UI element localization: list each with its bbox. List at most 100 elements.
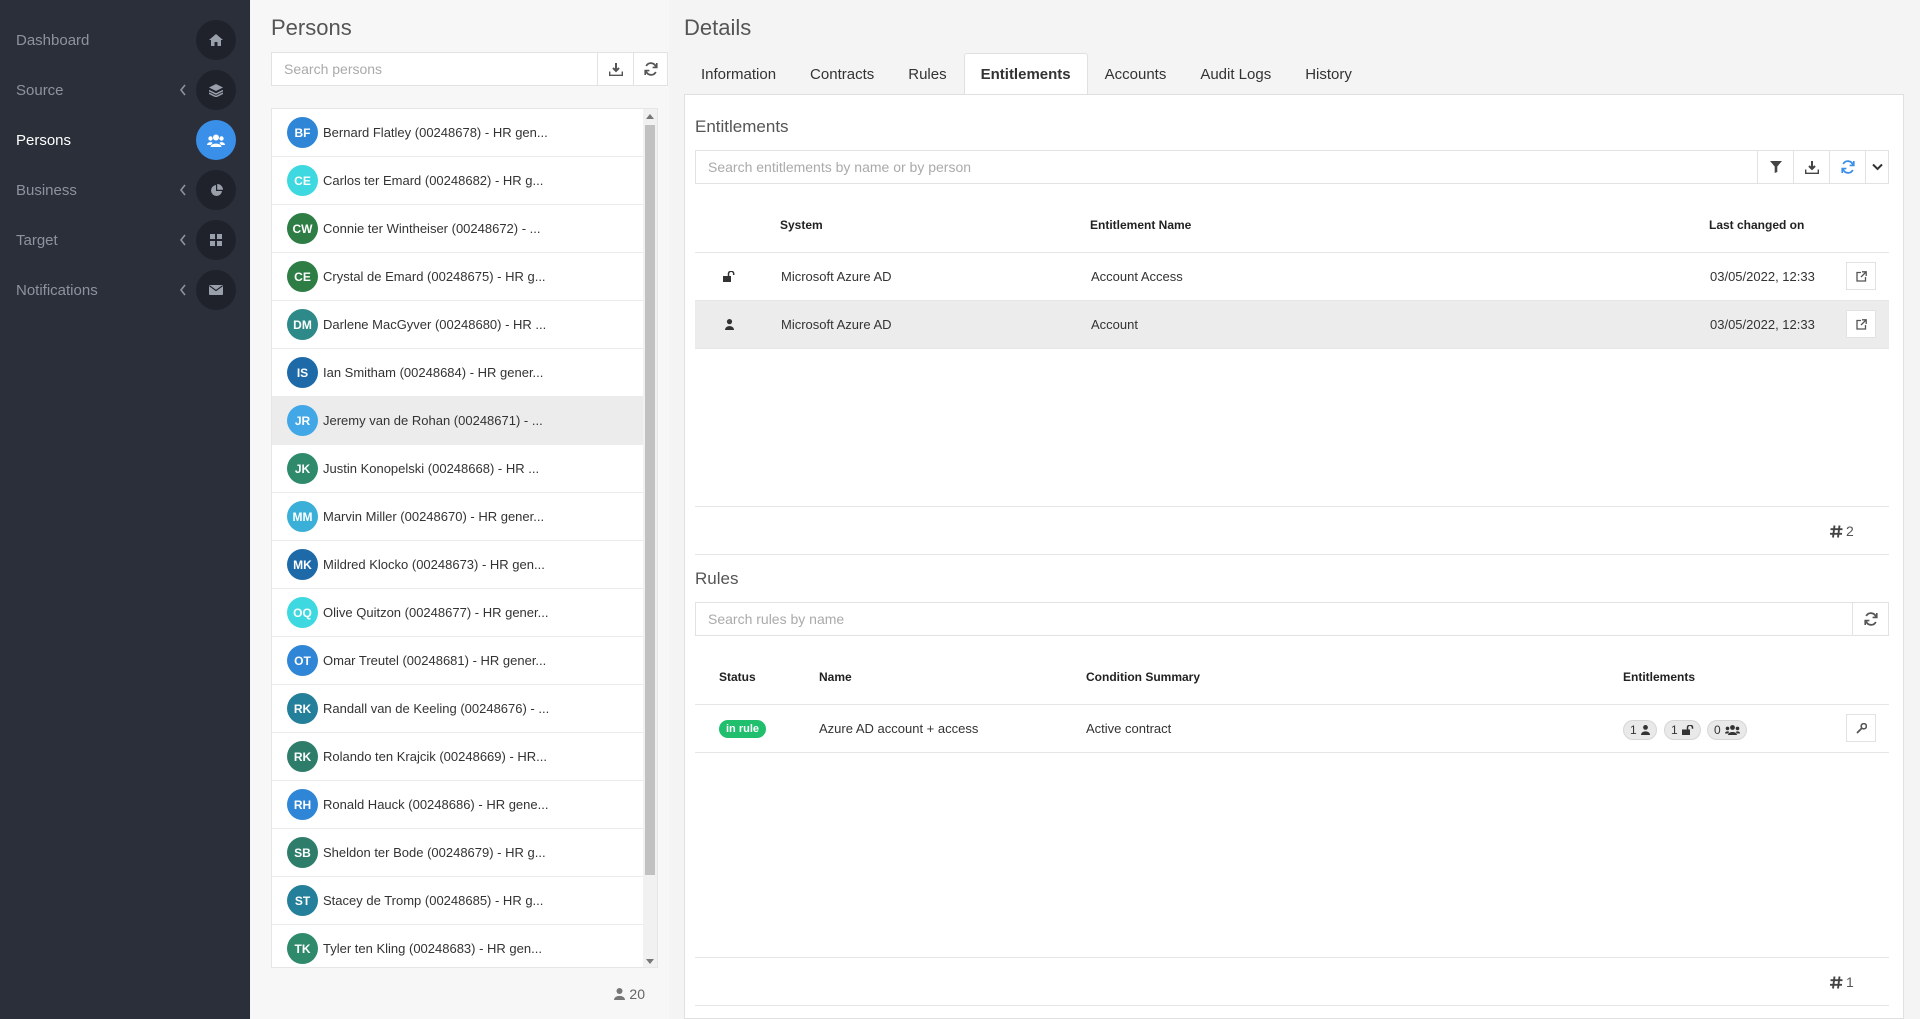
- nav-item-source[interactable]: Source: [0, 65, 250, 115]
- tab-audit-logs[interactable]: Audit Logs: [1183, 53, 1288, 95]
- avatar: RK: [287, 741, 318, 772]
- cell-rule-name: Azure AD account + access: [819, 721, 979, 736]
- nav-label: Notifications: [16, 281, 98, 299]
- nav-label: Target: [16, 231, 58, 249]
- divider: [695, 506, 1889, 507]
- nav-item-dashboard[interactable]: Dashboard: [0, 15, 250, 65]
- rules-refresh-button[interactable]: [1852, 602, 1889, 636]
- user-icon: [725, 319, 734, 330]
- refresh-icon: [1863, 612, 1878, 626]
- scrollbar[interactable]: [643, 109, 657, 967]
- person-list-item[interactable]: JK Justin Konopelski (00248668) - HR ...: [272, 445, 654, 493]
- person-list-item[interactable]: RH Ronald Hauck (00248686) - HR gene...: [272, 781, 654, 829]
- nav-item-business[interactable]: Business: [0, 165, 250, 215]
- open-external-button[interactable]: [1846, 262, 1876, 290]
- chevron-left-icon: [178, 183, 188, 197]
- person-name: Mildred Klocko (00248673) - HR gen...: [323, 557, 545, 572]
- avatar: RK: [287, 693, 318, 724]
- download-icon: [608, 62, 623, 76]
- avatar: RH: [287, 789, 318, 820]
- filter-button[interactable]: [1757, 150, 1794, 184]
- person-list-item[interactable]: BF Bernard Flatley (00248678) - HR gen...: [272, 109, 654, 157]
- tab-information[interactable]: Information: [684, 53, 793, 95]
- persons-title: Persons: [271, 15, 352, 40]
- tab-rules[interactable]: Rules: [891, 53, 963, 95]
- entitlements-download-button[interactable]: [1793, 150, 1830, 184]
- person-name: Justin Konopelski (00248668) - HR ...: [323, 461, 540, 476]
- person-list-item[interactable]: MM Marvin Miller (00248670) - HR gener...: [272, 493, 654, 541]
- envelope-icon: [196, 270, 236, 310]
- cell-last-changed: 03/05/2022, 12:33: [1710, 269, 1815, 284]
- avatar: DM: [287, 309, 318, 340]
- tab-contracts[interactable]: Contracts: [793, 53, 891, 95]
- nav-item-target[interactable]: Target: [0, 215, 250, 265]
- person-count: 20: [614, 986, 645, 1002]
- person-list-item[interactable]: TK Tyler ten Kling (00248683) - HR gen...: [272, 925, 654, 967]
- details-title: Details: [684, 15, 752, 40]
- nav-item-persons[interactable]: Persons: [0, 115, 250, 165]
- group-count-badge: 0: [1707, 720, 1747, 740]
- scroll-down-icon: [646, 959, 654, 964]
- tab-entitlements[interactable]: Entitlements: [963, 53, 1088, 95]
- scrollbar-thumb[interactable]: [645, 125, 655, 875]
- persons-search-input[interactable]: [272, 53, 597, 85]
- entitlements-refresh-button[interactable]: [1829, 150, 1866, 184]
- entitlements-search-input[interactable]: [696, 151, 1757, 183]
- tab-accounts[interactable]: Accounts: [1088, 53, 1184, 95]
- person-list-item[interactable]: CE Crystal de Emard (00248675) - HR g...: [272, 253, 654, 301]
- col-name: Name: [819, 670, 852, 684]
- avatar: JR: [287, 405, 318, 436]
- rules-search[interactable]: [695, 602, 1853, 636]
- details-panel: Details Information Contracts Rules Enti…: [670, 0, 1920, 1019]
- table-row[interactable]: Microsoft Azure AD Account 03/05/2022, 1…: [695, 301, 1889, 349]
- wrench-icon: [1855, 722, 1867, 734]
- person-name: Connie ter Wintheiser (00248672) - ...: [323, 221, 541, 236]
- person-name: Randall van de Keeling (00248676) - ...: [323, 701, 550, 716]
- table-row[interactable]: Microsoft Azure AD Account Access 03/05/…: [695, 253, 1889, 301]
- divider: [695, 554, 1889, 555]
- nav-item-notifications[interactable]: Notifications: [0, 265, 250, 315]
- cell-condition-summary: Active contract: [1086, 721, 1172, 736]
- person-list-item[interactable]: JR Jeremy van de Rohan (00248671) - ...: [272, 397, 654, 445]
- refresh-icon: [643, 62, 658, 76]
- rules-search-input[interactable]: [696, 603, 1852, 635]
- open-external-button[interactable]: [1846, 310, 1876, 338]
- download-button[interactable]: [597, 52, 634, 86]
- entitlements-search[interactable]: [695, 150, 1758, 184]
- person-list-item[interactable]: RK Rolando ten Krajcik (00248669) - HR...: [272, 733, 654, 781]
- person-list-item[interactable]: MK Mildred Klocko (00248673) - HR gen...: [272, 541, 654, 589]
- person-list-item[interactable]: OT Omar Treutel (00248681) - HR gener...: [272, 637, 654, 685]
- person-list-item[interactable]: RK Randall van de Keeling (00248676) - ..…: [272, 685, 654, 733]
- person-list-item[interactable]: ST Stacey de Tromp (00248685) - HR g...: [272, 877, 654, 925]
- avatar: OQ: [287, 597, 318, 628]
- person-list-item[interactable]: OQ Olive Quitzon (00248677) - HR gener...: [272, 589, 654, 637]
- divider: [695, 1005, 1889, 1006]
- expand-button[interactable]: [1865, 150, 1889, 184]
- person-name: Sheldon ter Bode (00248679) - HR g...: [323, 845, 546, 860]
- refresh-button[interactable]: [633, 52, 668, 86]
- entitlements-count: 2: [1830, 523, 1854, 539]
- edit-rule-button[interactable]: [1846, 714, 1876, 742]
- download-icon: [1804, 160, 1819, 174]
- nav-label: Dashboard: [16, 31, 90, 49]
- person-list-item[interactable]: DM Darlene MacGyver (00248680) - HR ...: [272, 301, 654, 349]
- person-list-item[interactable]: IS Ian Smitham (00248684) - HR gener...: [272, 349, 654, 397]
- nav-label: Business: [16, 181, 77, 199]
- unlock-icon: [723, 271, 735, 282]
- person-list-item[interactable]: SB Sheldon ter Bode (00248679) - HR g...: [272, 829, 654, 877]
- cell-system: Microsoft Azure AD: [781, 317, 892, 332]
- col-condition-summary: Condition Summary: [1086, 670, 1201, 684]
- nav-label: Source: [16, 81, 64, 99]
- person-list-item[interactable]: CW Connie ter Wintheiser (00248672) - ...: [272, 205, 654, 253]
- person-name: Tyler ten Kling (00248683) - HR gen...: [323, 941, 542, 956]
- person-list-item[interactable]: CE Carlos ter Emard (00248682) - HR g...: [272, 157, 654, 205]
- person-name: Crystal de Emard (00248675) - HR g...: [323, 269, 546, 284]
- cell-last-changed: 03/05/2022, 12:33: [1710, 317, 1815, 332]
- avatar: ST: [287, 885, 318, 916]
- persons-panel: Persons BF Bernard Flatley (00248678) - H…: [251, 0, 669, 1019]
- tab-history[interactable]: History: [1288, 53, 1369, 95]
- avatar: TK: [287, 933, 318, 964]
- divider: [695, 957, 1889, 958]
- table-row[interactable]: in rule Azure AD account + access Active…: [695, 705, 1889, 753]
- persons-search[interactable]: [271, 52, 598, 86]
